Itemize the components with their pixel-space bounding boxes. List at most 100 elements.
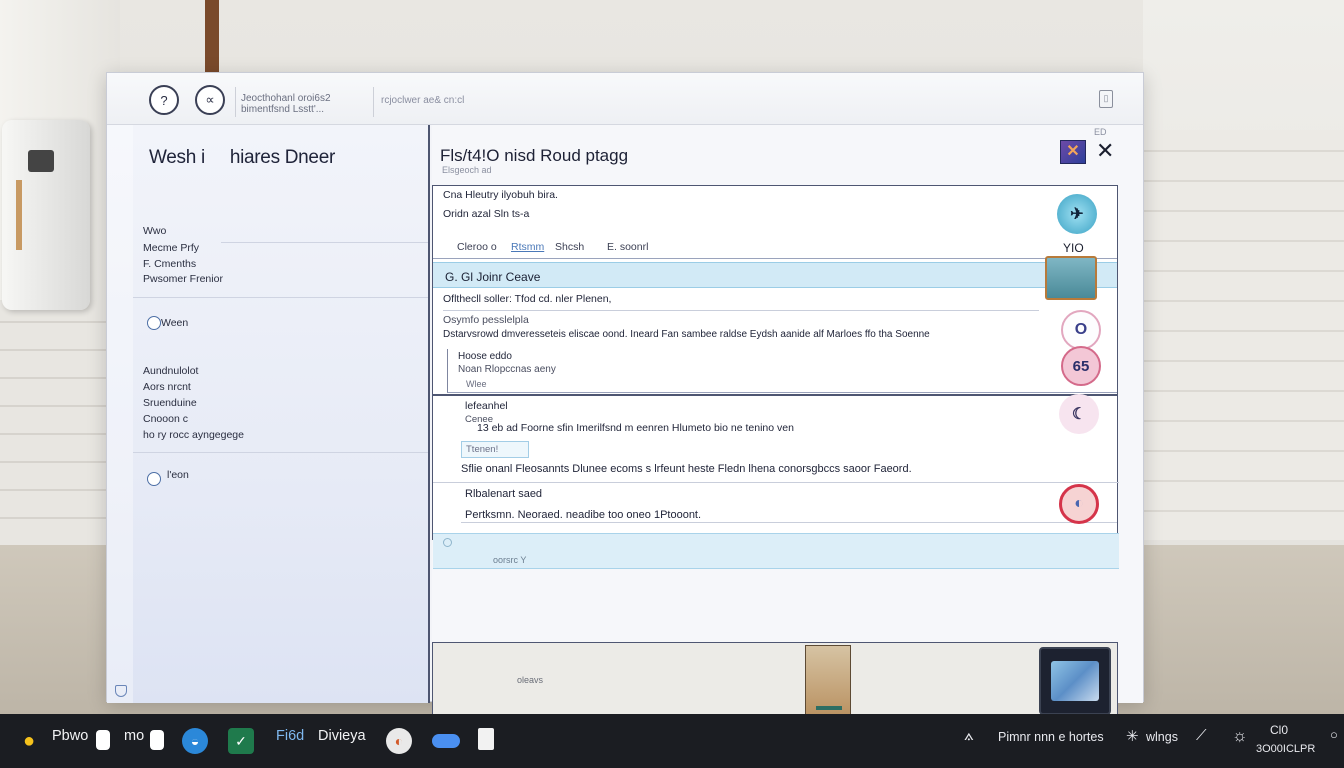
status-text: oorsrc Y [493,555,527,565]
record-icon[interactable]: ◐ [1059,484,1099,524]
network-icon[interactable]: ⟑ [964,727,974,745]
filter-option[interactable]: Cleroo o [457,241,497,253]
media-player-icon[interactable]: ◐ [386,728,412,754]
taskbar-app[interactable]: mo [124,728,144,744]
page-title: Fls/t4!O nisd Roud ptagg [440,146,629,165]
sidebar-item[interactable]: F. Cmenths [143,258,196,270]
row-divider [461,522,1117,523]
spreadsheet-icon[interactable]: ✓ [228,728,254,754]
signal-icon[interactable]: ⟋ [1196,727,1207,744]
sidebar-item[interactable]: Aors nrcnt [143,381,191,393]
tray-label[interactable]: Pimnr nnn e hortes [998,730,1104,744]
panel-divider [433,394,1117,396]
media-thumbnail[interactable] [1039,647,1111,715]
tray-label[interactable]: wlngs [1146,730,1178,744]
status-dot-icon [443,538,452,547]
shield-icon[interactable] [115,685,127,697]
profile-icon[interactable]: ✈ [1057,194,1097,234]
page-subtitle: Elsgeoch ad [442,165,492,175]
taskbar-app[interactable]: Fi6d [276,728,304,744]
sparkle-icon[interactable]: ✳ [1126,727,1139,745]
sidebar-item[interactable]: Mecme Prfy [143,242,199,254]
taskbar-app[interactable]: Divieya [318,728,366,744]
wall-device [2,120,90,310]
paragraph-heading: Rlbalenart saed [465,488,543,500]
radio-button[interactable] [147,472,161,486]
detail-box: Hoose eddo Noan Rlopccnas aeny Wlee [447,349,1117,393]
file-icon[interactable] [96,730,110,750]
titlebar-divider [373,87,374,117]
document-icon[interactable] [478,728,494,750]
document-icon[interactable]: ▯ [1099,90,1113,108]
sidebar-item[interactable]: Wwo [143,225,166,237]
device-plug [28,150,54,172]
filter-option[interactable]: E. soonrl [607,241,648,253]
chat-icon[interactable]: O [1061,310,1101,350]
section-header[interactable]: G. Gl Joinr Ceave [433,262,1117,288]
settings-icon[interactable]: ∝ [195,85,225,115]
radio-label: Ween [161,317,189,329]
section-row: Dstarvsrowd dmveresseteis eliscae oond. … [443,329,930,340]
media-progress [816,706,842,710]
radio-label: l'eon [167,469,189,481]
sidebar: Wesh i hiares Dneer Wwo Mecme Prfy F. Cm… [107,125,430,703]
row-divider [443,310,1039,311]
status-strip: oorsrc Y [433,533,1119,569]
details-panel: Cna Hleutry ilyobuh bira. Oridn azal Sln… [432,185,1119,569]
section-row: Oflthecll soller: Tfod cd. nler Plenen, [443,293,612,305]
sidebar-item[interactable]: ho ry rocc ayngegege [143,429,244,441]
sidebar-rail [107,125,133,703]
detail-row: Wlee [466,379,487,389]
browser-icon[interactable]: ◒ [182,728,208,754]
sun-icon[interactable]: ☼ [1232,726,1248,746]
brick-wall-left [0,300,108,545]
sidebar-item[interactable]: Cnooon c [143,413,188,425]
paragraph: Sflie onanl Fleosannts Dlunee ecoms s lr… [461,463,912,475]
filter-count: YIO [1063,241,1084,255]
help-icon[interactable]: ? [149,85,179,115]
detail-row: Hoose eddo [458,351,512,362]
info-row: Cna Hleutry ilyobuh bira. [443,189,558,201]
file-icon[interactable] [150,730,164,750]
app-logo-icon[interactable]: ✕ [1060,140,1086,164]
start-icon[interactable]: ● [16,728,42,754]
sidebar-item[interactable]: Sruenduine [143,397,197,409]
device-stick [16,180,22,250]
clock-top[interactable]: Cl0 [1270,723,1288,737]
breadcrumb-primary-sub: bimentfsnd Lsstt'... [241,104,325,115]
folder-icon[interactable] [1045,256,1097,300]
badge-icon[interactable]: 65 [1061,346,1101,386]
taskbar-app[interactable]: Pbwo [52,728,88,744]
toggle-icon[interactable] [432,734,460,748]
sub-row: 13 eb ad Foorne sfin Imerilfsnd m eenren… [477,422,794,434]
section-title: G. Gl Joinr Ceave [445,270,541,284]
sidebar-divider [221,242,428,243]
moon-icon[interactable]: ☾ [1059,394,1099,434]
titlebar-divider [235,87,236,117]
media-item[interactable] [805,645,851,721]
media-label: oleavs [517,675,544,685]
content-pane: ED Fls/t4!O nisd Roud ptagg Elsgeoch ad … [432,125,1143,722]
sidebar-item[interactable]: Pwsomer Frenior [143,273,223,285]
window-hint: ED [1094,127,1107,137]
info-row: Oridn azal Sln ts-a [443,208,530,220]
thumbnail-image [1051,661,1099,701]
note-tag[interactable]: Ttenen! [461,441,529,458]
wood-pole [205,0,219,74]
clock-bottom[interactable]: 3O00ICLPR [1256,743,1315,755]
sidebar-title: Wesh i hiares Dneer [149,147,335,168]
breadcrumb-secondary[interactable]: rcjoclwer ae& cn:cl [381,95,464,106]
sub-header: lefeanhel [465,400,508,412]
close-button[interactable]: ✕ [1096,139,1114,163]
sidebar-divider [133,297,428,298]
notification-icon[interactable]: ○ [1330,727,1338,742]
detail-row: Noan Rlopccnas aeny [458,364,556,375]
filter-option[interactable]: Rtsmm [511,241,544,253]
filter-option[interactable]: Shcsh [555,241,584,253]
section-row: Osymfo pesslelpla [443,314,529,326]
sidebar-item[interactable]: Aundnulolot [143,365,198,377]
breadcrumb-primary[interactable]: Jeocthohanl oroi6s2 [241,93,331,104]
media-strip: oleavs [432,642,1118,722]
app-window: ? ∝ Jeocthohanl oroi6s2 bimentfsnd Lsstt… [106,72,1144,722]
radio-button[interactable] [147,316,161,330]
